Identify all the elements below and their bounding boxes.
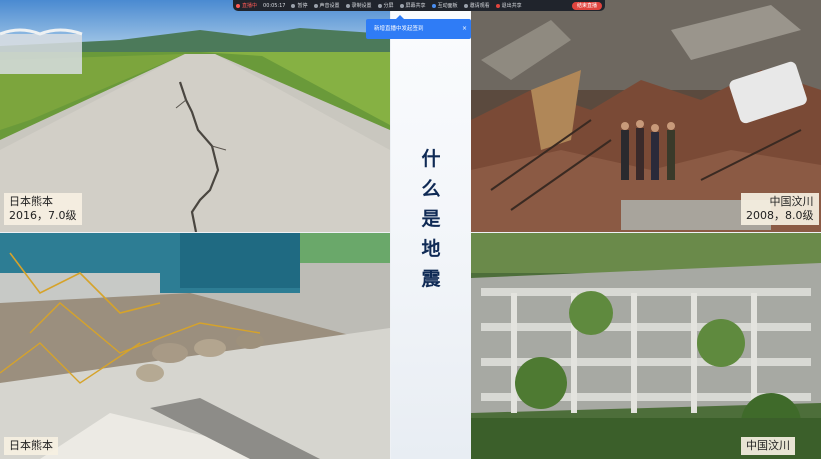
record-settings-button[interactable]: 录制设置 xyxy=(345,2,372,9)
title-char: 地 xyxy=(421,238,441,260)
caption-top-right: 中国汶川 2008，8.0级 xyxy=(741,193,819,225)
exit-share-label: 退出共享 xyxy=(501,3,522,9)
tooltip-text: 新增直播中发起签到 xyxy=(374,26,424,32)
split-screen-icon xyxy=(377,3,382,8)
caption-location: 中国汶川 xyxy=(746,439,790,452)
end-live-button[interactable]: 结束直播 xyxy=(571,1,602,10)
screen-share-button[interactable]: 屏幕共享 xyxy=(399,2,426,9)
split-screen-label: 分屏 xyxy=(383,3,394,9)
title-panel: 什 么 是 地 震 xyxy=(391,0,471,459)
panel-icon xyxy=(431,3,436,8)
location-pin-icon xyxy=(399,3,404,8)
invite-button[interactable]: 邀请观看 xyxy=(463,2,490,9)
slide-title: 什 么 是 地 震 xyxy=(391,144,471,294)
caption-location: 日本熊本 xyxy=(9,439,53,452)
caption-bottom-right: 中国汶川 xyxy=(741,437,795,455)
caption-bottom-left: 日本熊本 xyxy=(4,437,58,455)
microphone-icon xyxy=(313,3,318,8)
live-status-label: 直播中 xyxy=(242,3,258,9)
close-icon[interactable]: × xyxy=(462,19,467,39)
checkin-tooltip: 新增直播中发起签到 × xyxy=(366,15,471,39)
record-settings-label: 录制设置 xyxy=(351,3,372,9)
photo-ruined-building xyxy=(471,233,821,459)
live-toolbar: 直播中 00:05:17 暂停 声音设置 录制设置 分屏 屏幕共享 互动面板 邀… xyxy=(233,0,605,11)
caption-magnitude: 2016，7.0级 xyxy=(9,209,77,222)
record-dot-icon xyxy=(236,3,240,8)
audio-settings-button[interactable]: 声音设置 xyxy=(313,2,340,9)
title-char: 什 xyxy=(421,148,441,170)
live-timer: 00:05:17 xyxy=(263,2,286,9)
invite-label: 邀请观看 xyxy=(469,3,490,9)
title-char: 么 xyxy=(421,178,441,200)
pause-icon xyxy=(291,3,296,8)
caption-magnitude: 2008，8.0级 xyxy=(746,209,814,222)
interaction-panel-button[interactable]: 互动面板 xyxy=(431,2,458,9)
title-char: 震 xyxy=(421,268,441,290)
caption-top-left: 日本熊本 2016，7.0级 xyxy=(4,193,82,225)
caption-location: 日本熊本 xyxy=(9,195,53,208)
split-screen-button[interactable]: 分屏 xyxy=(377,2,394,9)
gear-icon xyxy=(345,3,350,8)
audio-settings-label: 声音设置 xyxy=(319,3,340,9)
pause-label: 暂停 xyxy=(297,3,308,9)
photo-collapsed-wall xyxy=(0,233,390,459)
title-char: 是 xyxy=(421,208,441,230)
exit-share-button[interactable]: 退出共享 xyxy=(495,2,522,9)
live-status: 直播中 xyxy=(236,2,257,9)
caption-location: 中国汶川 xyxy=(769,195,814,208)
interaction-panel-label: 互动面板 xyxy=(437,3,458,9)
exit-icon xyxy=(495,3,500,8)
invite-icon xyxy=(463,3,468,8)
slide: 日本熊本 2016，7.0级 中国汶川 2008，8.0级 日本熊本 中国汶川 … xyxy=(0,0,821,459)
pause-button[interactable]: 暂停 xyxy=(291,2,308,9)
screen-share-label: 屏幕共享 xyxy=(405,3,426,9)
